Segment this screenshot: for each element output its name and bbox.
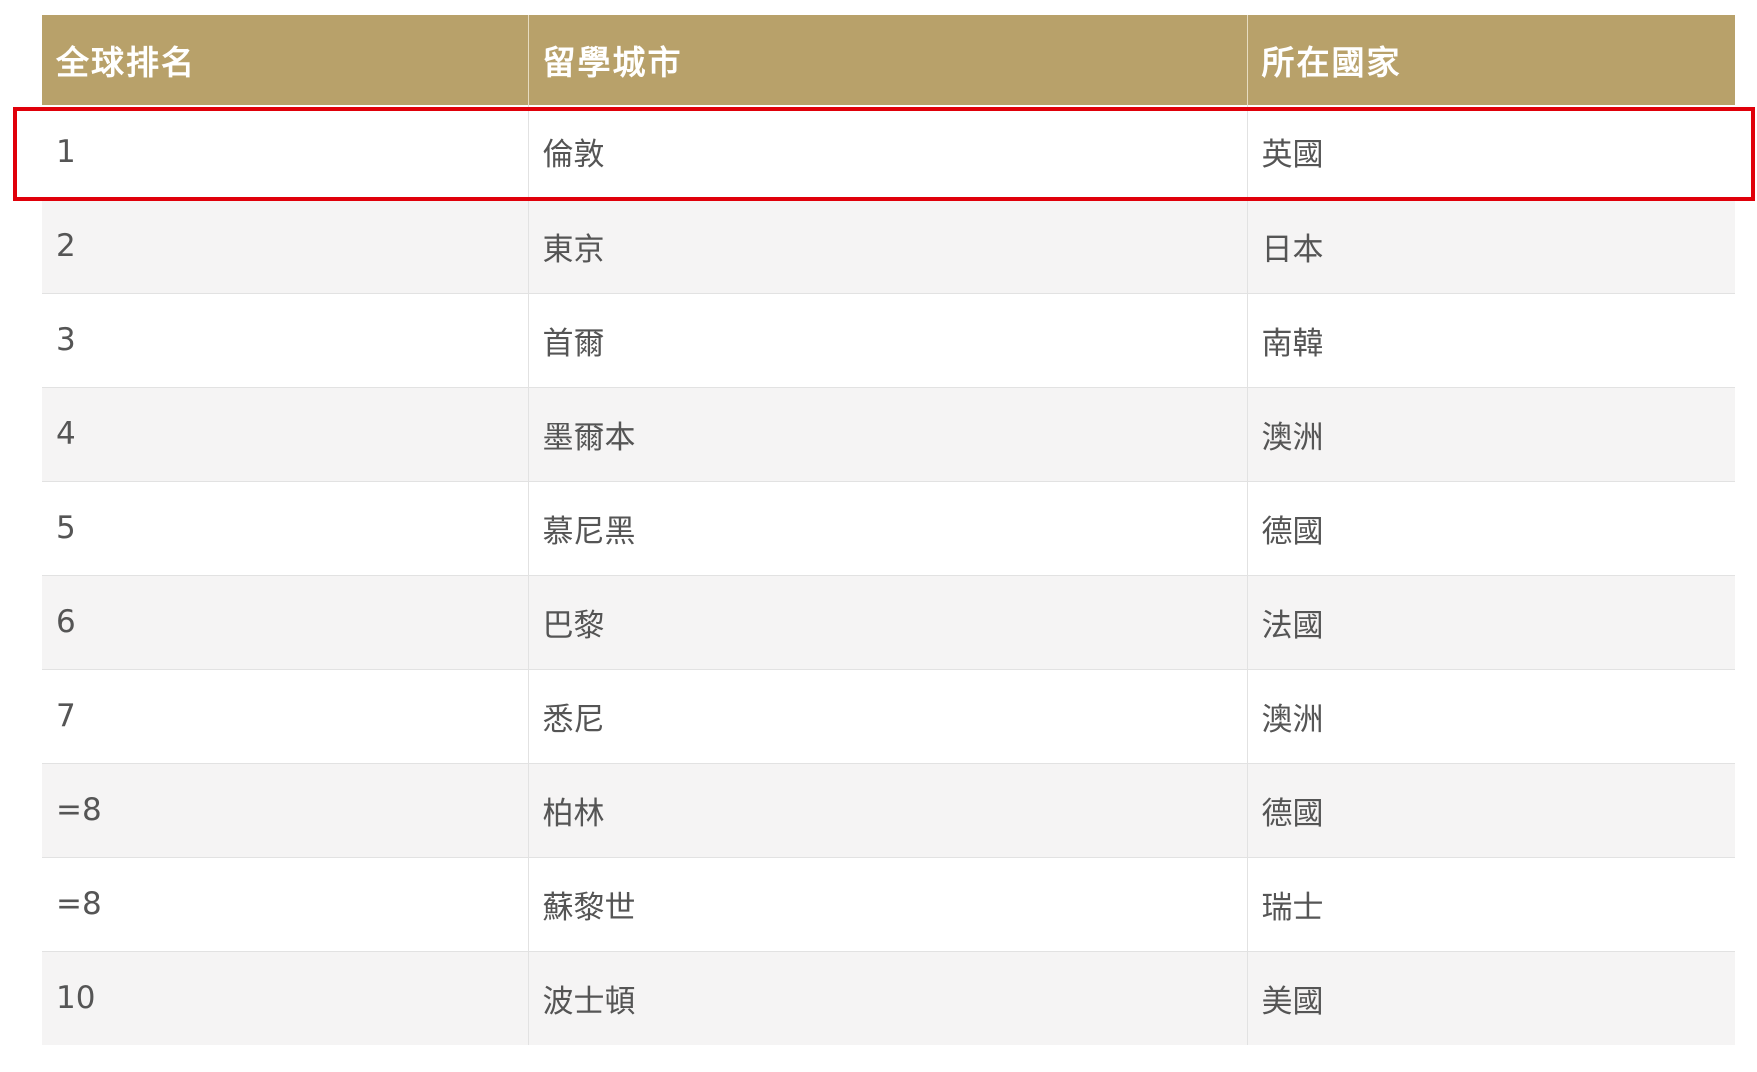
table-row: 3 首爾 南韓 <box>42 293 1735 388</box>
table-row: 6 巴黎 法國 <box>42 575 1735 670</box>
rank-cell: =8 <box>42 857 528 952</box>
city-cell: 悉尼 <box>527 669 1247 764</box>
table-row: 4 墨爾本 澳洲 <box>42 387 1735 482</box>
table-row: 10 波士頓 美國 <box>42 951 1735 1045</box>
city-cell: 波士頓 <box>527 951 1247 1045</box>
rank-cell: 5 <box>42 481 528 576</box>
header-country: 所在國家 <box>1246 15 1735 105</box>
rank-cell: 10 <box>42 951 528 1045</box>
city-cell: 柏林 <box>527 763 1247 858</box>
country-cell: 英國 <box>1246 105 1735 200</box>
header-city: 留學城市 <box>527 15 1247 105</box>
table-header: 全球排名 留學城市 所在國家 <box>42 15 1735 105</box>
country-cell: 瑞士 <box>1246 857 1735 952</box>
city-cell: 墨爾本 <box>527 387 1247 482</box>
header-row: 全球排名 留學城市 所在國家 <box>42 15 1735 105</box>
rank-cell: 4 <box>42 387 528 482</box>
city-cell: 首爾 <box>527 293 1247 388</box>
country-cell: 澳洲 <box>1246 387 1735 482</box>
country-cell: 南韓 <box>1246 293 1735 388</box>
city-cell: 蘇黎世 <box>527 857 1247 952</box>
city-cell: 東京 <box>527 199 1247 294</box>
table-row: 5 慕尼黑 德國 <box>42 481 1735 576</box>
country-cell: 日本 <box>1246 199 1735 294</box>
table-row: =8 蘇黎世 瑞士 <box>42 857 1735 952</box>
table-row: 1 倫敦 英國 <box>42 105 1735 200</box>
header-rank: 全球排名 <box>42 15 528 105</box>
city-ranking-table: 全球排名 留學城市 所在國家 1 倫敦 英國 2 東京 日本 3 首爾 南韓 4… <box>42 15 1735 1045</box>
table-row: 7 悉尼 澳洲 <box>42 669 1735 764</box>
rank-cell: =8 <box>42 763 528 858</box>
country-cell: 德國 <box>1246 763 1735 858</box>
city-cell: 慕尼黑 <box>527 481 1247 576</box>
rank-cell: 3 <box>42 293 528 388</box>
table-row: 2 東京 日本 <box>42 199 1735 294</box>
rank-cell: 6 <box>42 575 528 670</box>
country-cell: 澳洲 <box>1246 669 1735 764</box>
city-cell: 倫敦 <box>527 105 1247 200</box>
rank-cell: 2 <box>42 199 528 294</box>
rank-cell: 1 <box>42 105 528 200</box>
ranking-table-container: 全球排名 留學城市 所在國家 1 倫敦 英國 2 東京 日本 3 首爾 南韓 4… <box>42 15 1735 1045</box>
table-body: 1 倫敦 英國 2 東京 日本 3 首爾 南韓 4 墨爾本 澳洲 5 慕尼黑 德… <box>42 105 1735 1045</box>
rank-cell: 7 <box>42 669 528 764</box>
country-cell: 美國 <box>1246 951 1735 1045</box>
country-cell: 法國 <box>1246 575 1735 670</box>
country-cell: 德國 <box>1246 481 1735 576</box>
city-cell: 巴黎 <box>527 575 1247 670</box>
table-row: =8 柏林 德國 <box>42 763 1735 858</box>
